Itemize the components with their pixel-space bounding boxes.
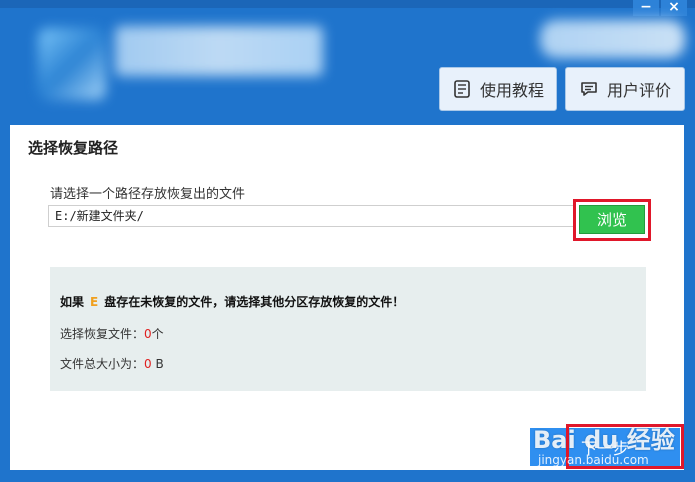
user-review-label: 用户评价 [606,81,671,100]
baidu-watermark-url: jingyan.baidu.com [538,453,649,467]
drive-letter: E [90,295,99,309]
warning-suffix: 盘存在未恢复的文件，请选择其他分区存放恢复的文件！ [104,295,405,309]
tutorial-button[interactable]: 使用教程 [439,67,557,111]
size-unit: B [155,357,164,371]
path-prompt: 请选择一个路径存放恢复出的文件 [50,187,246,202]
account-area-blurred [540,20,685,58]
files-unit: 个 [151,327,164,341]
baidu-watermark: Bai du 经验 [533,426,675,454]
total-file-size: 文件总大小为：0 B [60,355,164,372]
info-box: 如果 E 盘存在未恢复的文件，请选择其他分区存放恢复的文件！ 选择恢复文件：0个 文… [50,267,646,391]
user-review-button[interactable]: 用户评价 [565,67,685,111]
browse-button[interactable]: 浏览 [579,205,645,234]
size-value: 0 [144,357,152,371]
app-logo-blurred [38,28,106,100]
recovery-path-panel: 选择恢复路径 请选择一个路径存放恢复出的文件 E:/新建文件夹/ 浏览 如果 E 盘… [10,125,684,470]
selected-files-count: 选择恢复文件：0个 [60,325,164,342]
document-icon [454,80,470,98]
minimize-button[interactable]: − [633,0,659,16]
path-input[interactable]: E:/新建文件夹/ [48,205,576,227]
chat-icon [581,82,597,96]
app-title-blurred [115,26,323,76]
section-title: 选择恢复路径 [28,139,119,157]
warning-prefix: 如果 [60,295,85,309]
app-window: − × 使用教程 用户评价 选择恢复路径 请选择一个路径存放恢复出的文件 E:/… [0,0,695,482]
size-label: 文件总大小为： [60,357,145,371]
files-count: 0 [144,327,152,341]
drive-warning: 如果 E 盘存在未恢复的文件，请选择其他分区存放恢复的文件！ [60,293,404,310]
window-top-bar [0,0,695,8]
browse-highlight: 浏览 [573,199,651,241]
files-label: 选择恢复文件： [60,327,145,341]
tutorial-label: 使用教程 [479,81,544,100]
close-button[interactable]: × [661,0,687,16]
